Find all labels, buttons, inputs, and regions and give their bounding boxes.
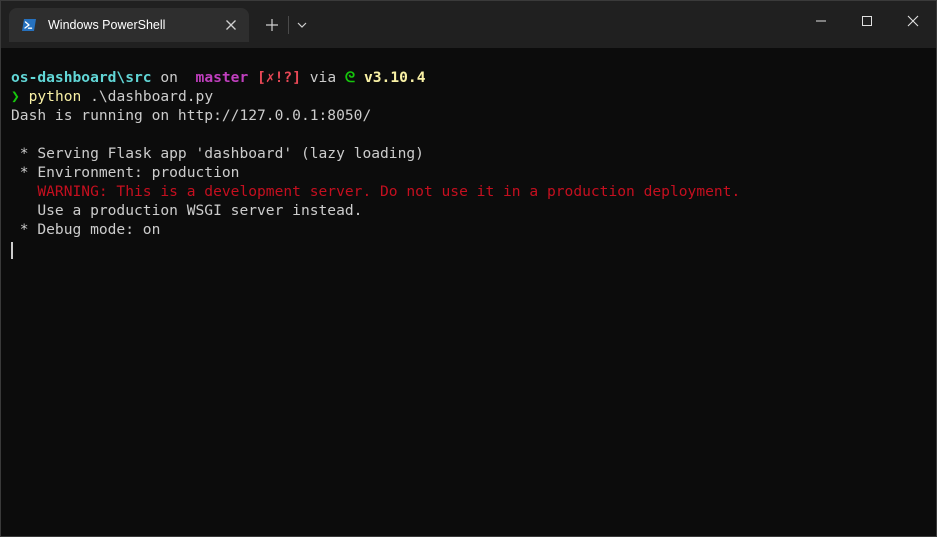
chevron-down-icon bbox=[297, 22, 307, 28]
plus-icon bbox=[266, 19, 278, 31]
maximize-button[interactable] bbox=[844, 1, 890, 41]
title-bar[interactable]: Windows PowerShell bbox=[1, 1, 936, 48]
python-icon: ᘓ bbox=[344, 69, 356, 86]
output-line-serving: * Serving Flask app 'dashboard' (lazy lo… bbox=[11, 145, 424, 162]
output-line-wsgi: Use a production WSGI server instead. bbox=[11, 202, 363, 219]
close-icon bbox=[226, 20, 236, 30]
maximize-icon bbox=[862, 16, 872, 26]
tab-close-button[interactable] bbox=[221, 15, 241, 35]
minimize-button[interactable] bbox=[798, 1, 844, 41]
powershell-icon bbox=[21, 17, 37, 33]
git-branch-name: master bbox=[186, 69, 249, 86]
tab-title: Windows PowerShell bbox=[48, 18, 166, 32]
prompt-path: os-dashboard\src bbox=[11, 69, 152, 86]
prompt-on-text: on bbox=[151, 69, 187, 86]
output-line-debug: * Debug mode: on bbox=[11, 221, 161, 238]
terminal-output-area[interactable]: os-dashboard\src on master [✗!?] via ᘓ v… bbox=[1, 48, 936, 536]
new-tab-button[interactable] bbox=[259, 12, 285, 38]
new-tab-dropdown-button[interactable] bbox=[291, 12, 313, 38]
terminal-window: Windows PowerShell os-dashboard\src on m… bbox=[0, 0, 937, 537]
prompt-line: os-dashboard\src on master [✗!?] via ᘓ v… bbox=[11, 68, 426, 87]
prompt-chevron-icon: ❯ bbox=[11, 88, 20, 105]
text-cursor bbox=[11, 242, 13, 259]
command-line: ❯ python .\dashboard.py bbox=[11, 87, 213, 106]
output-line-warning: WARNING: This is a development server. D… bbox=[11, 183, 741, 200]
close-window-button[interactable] bbox=[890, 1, 936, 41]
command-name: python bbox=[19, 88, 82, 105]
git-status: [✗!?] bbox=[248, 69, 301, 86]
prompt-via-text: via bbox=[300, 69, 345, 86]
tab-divider bbox=[288, 16, 289, 34]
output-line-dash: Dash is running on http://127.0.0.1:8050… bbox=[11, 107, 372, 124]
command-args: .\dashboard.py bbox=[81, 88, 214, 105]
minimize-icon bbox=[816, 20, 826, 22]
python-version: v3.10.4 bbox=[355, 69, 426, 86]
tab-windows-powershell[interactable]: Windows PowerShell bbox=[9, 8, 249, 42]
output-line-environment: * Environment: production bbox=[11, 164, 240, 181]
close-icon bbox=[907, 15, 919, 27]
